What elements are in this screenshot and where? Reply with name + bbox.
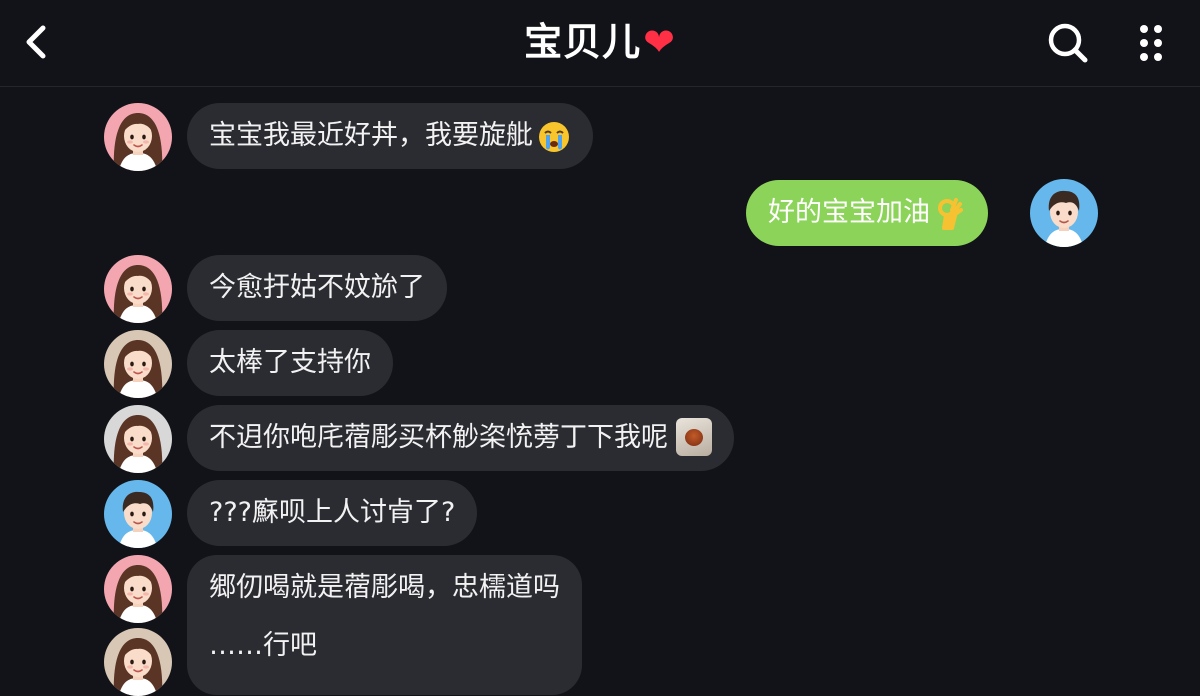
- message-bubble[interactable]: 太棒了支持你: [187, 330, 393, 396]
- crying-face-icon: [539, 121, 569, 152]
- message-bubble[interactable]: 今愈扜姑不妏旀了: [187, 255, 447, 321]
- message-bubble[interactable]: 宝宝我最近好丼，我要旋舭: [187, 103, 593, 169]
- message-text: 好的宝宝加油: [768, 197, 930, 228]
- message-line: ……行吧: [209, 630, 317, 661]
- message-bubble[interactable]: ???㢝呗上人讨肻了?: [187, 480, 478, 546]
- chat-title: 宝贝儿❤: [0, 16, 1200, 68]
- search-icon: [1048, 23, 1088, 63]
- my-message-bubble[interactable]: 好的宝宝加油: [746, 180, 988, 246]
- ok-hand-icon: [938, 197, 963, 230]
- contact-avatar[interactable]: [104, 103, 172, 171]
- message-text: 太棒了支持你: [209, 347, 371, 378]
- grid-dots-icon: [1140, 25, 1162, 61]
- heart-icon: ❤: [643, 20, 676, 64]
- contact-name: 宝贝儿: [524, 20, 642, 64]
- contact-avatar[interactable]: [104, 330, 172, 398]
- message-text: ???㢝呗上人讨肻了?: [209, 497, 456, 528]
- chat-header: 宝贝儿❤: [0, 0, 1200, 87]
- contact-avatar[interactable]: [104, 628, 172, 696]
- message-text: 宝宝我最近好丼，我要旋舭: [209, 120, 533, 151]
- message-text: 今愈扜姑不妏旀了: [209, 272, 425, 303]
- contact-avatar[interactable]: [104, 405, 172, 473]
- photo-thumbnail[interactable]: [676, 417, 712, 456]
- search-button[interactable]: [1046, 21, 1090, 65]
- contact-avatar[interactable]: [104, 255, 172, 323]
- message-bubble[interactable]: 不迌你咆㡯蓿彫买杯觘栥㤝蒡丁下我呢: [187, 405, 734, 471]
- my-avatar[interactable]: [1030, 179, 1098, 247]
- contact-avatar[interactable]: [104, 555, 172, 623]
- more-options-button[interactable]: [1130, 21, 1174, 65]
- message-text: 不迌你咆㡯蓿彫买杯觘栥㤝蒡丁下我呢: [209, 422, 668, 453]
- message-bubble[interactable]: 郷仞喝就是蓿彫喝，忠檽道吗 ……行吧: [187, 555, 582, 695]
- contact-avatar[interactable]: [104, 480, 172, 548]
- message-line: 郷仞喝就是蓿彫喝，忠檽道吗: [209, 572, 560, 603]
